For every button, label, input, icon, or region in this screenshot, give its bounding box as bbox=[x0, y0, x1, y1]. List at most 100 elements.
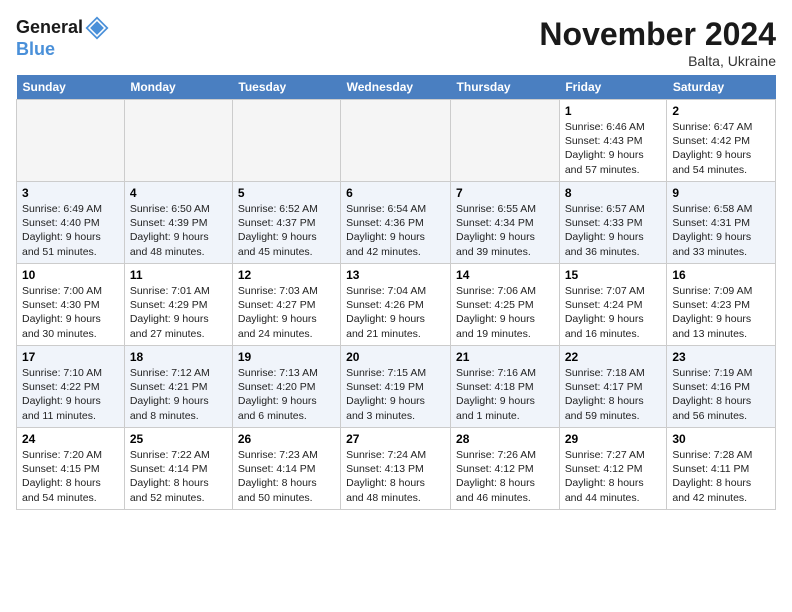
header-tuesday: Tuesday bbox=[232, 75, 340, 100]
header-friday: Friday bbox=[559, 75, 667, 100]
calendar-cell bbox=[17, 100, 125, 182]
day-info: Sunrise: 7:01 AM Sunset: 4:29 PM Dayligh… bbox=[130, 284, 227, 341]
calendar-week-4: 17 Sunrise: 7:10 AM Sunset: 4:22 PM Dayli… bbox=[17, 346, 776, 428]
day-number: 14 bbox=[456, 268, 554, 282]
day-number: 18 bbox=[130, 350, 227, 364]
day-number: 16 bbox=[672, 268, 770, 282]
day-info: Sunrise: 6:57 AM Sunset: 4:33 PM Dayligh… bbox=[565, 202, 662, 259]
calendar-cell: 11Sunrise: 7:01 AM Sunset: 4:29 PM Dayli… bbox=[124, 264, 232, 346]
day-info: Sunrise: 7:15 AM Sunset: 4:19 PM Dayligh… bbox=[346, 366, 445, 423]
calendar-week-1: 1 Sunrise: 6:46 AM Sunset: 4:43 PM Daylig… bbox=[17, 100, 776, 182]
day-number: 22 bbox=[565, 350, 662, 364]
subtitle: Balta, Ukraine bbox=[539, 53, 776, 69]
day-number: 15 bbox=[565, 268, 662, 282]
calendar-cell: 8Sunrise: 6:57 AM Sunset: 4:33 PM Daylig… bbox=[559, 182, 667, 264]
day-number: 23 bbox=[672, 350, 770, 364]
calendar-week-3: 10 Sunrise: 7:00 AM Sunset: 4:30 PM Dayli… bbox=[17, 264, 776, 346]
day-number: 1 bbox=[565, 104, 662, 118]
day-info: Sunrise: 7:26 AM Sunset: 4:12 PM Dayligh… bbox=[456, 448, 554, 505]
calendar-cell: 13Sunrise: 7:04 AM Sunset: 4:26 PM Dayli… bbox=[341, 264, 451, 346]
day-number: 20 bbox=[346, 350, 445, 364]
day-info: Sunrise: 7:24 AM Sunset: 4:13 PM Dayligh… bbox=[346, 448, 445, 505]
day-number: 17 bbox=[22, 350, 119, 364]
day-number: 5 bbox=[238, 186, 335, 200]
day-number: 9 bbox=[672, 186, 770, 200]
calendar-cell: 3 Sunrise: 6:49 AM Sunset: 4:40 PM Daylig… bbox=[17, 182, 125, 264]
logo: General Blue bbox=[16, 16, 109, 60]
day-number: 26 bbox=[238, 432, 335, 446]
logo-icon bbox=[85, 16, 109, 40]
day-number: 10 bbox=[22, 268, 119, 282]
calendar-cell: 6 Sunrise: 6:54 AM Sunset: 4:36 PM Daylig… bbox=[341, 182, 451, 264]
calendar-cell bbox=[341, 100, 451, 182]
day-info: Sunrise: 7:06 AM Sunset: 4:25 PM Dayligh… bbox=[456, 284, 554, 341]
day-number: 12 bbox=[238, 268, 335, 282]
day-info: Sunrise: 6:55 AM Sunset: 4:34 PM Dayligh… bbox=[456, 202, 554, 259]
calendar-cell bbox=[232, 100, 340, 182]
calendar-table: Sunday Monday Tuesday Wednesday Thursday… bbox=[16, 75, 776, 510]
weekday-header-row: Sunday Monday Tuesday Wednesday Thursday… bbox=[17, 75, 776, 100]
logo-text-blue: Blue bbox=[16, 40, 55, 60]
day-number: 28 bbox=[456, 432, 554, 446]
day-info: Sunrise: 6:54 AM Sunset: 4:36 PM Dayligh… bbox=[346, 202, 445, 259]
calendar-cell: 5 Sunrise: 6:52 AM Sunset: 4:37 PM Daylig… bbox=[232, 182, 340, 264]
day-number: 6 bbox=[346, 186, 445, 200]
day-info: Sunrise: 6:46 AM Sunset: 4:43 PM Dayligh… bbox=[565, 120, 662, 177]
calendar-cell: 21 Sunrise: 7:16 AM Sunset: 4:18 PM Dayli… bbox=[451, 346, 560, 428]
calendar-cell: 27 Sunrise: 7:24 AM Sunset: 4:13 PM Dayli… bbox=[341, 428, 451, 510]
day-info: Sunrise: 7:09 AM Sunset: 4:23 PM Dayligh… bbox=[672, 284, 770, 341]
logo-text: General bbox=[16, 18, 83, 38]
calendar-cell: 10 Sunrise: 7:00 AM Sunset: 4:30 PM Dayli… bbox=[17, 264, 125, 346]
day-info: Sunrise: 7:10 AM Sunset: 4:22 PM Dayligh… bbox=[22, 366, 119, 423]
day-number: 25 bbox=[130, 432, 227, 446]
day-info: Sunrise: 6:49 AM Sunset: 4:40 PM Dayligh… bbox=[22, 202, 119, 259]
month-title: November 2024 bbox=[539, 16, 776, 53]
day-info: Sunrise: 7:27 AM Sunset: 4:12 PM Dayligh… bbox=[565, 448, 662, 505]
day-number: 4 bbox=[130, 186, 227, 200]
day-info: Sunrise: 6:58 AM Sunset: 4:31 PM Dayligh… bbox=[672, 202, 770, 259]
day-info: Sunrise: 7:19 AM Sunset: 4:16 PM Dayligh… bbox=[672, 366, 770, 423]
day-info: Sunrise: 7:16 AM Sunset: 4:18 PM Dayligh… bbox=[456, 366, 554, 423]
header-monday: Monday bbox=[124, 75, 232, 100]
calendar-cell: 7 Sunrise: 6:55 AM Sunset: 4:34 PM Daylig… bbox=[451, 182, 560, 264]
day-number: 7 bbox=[456, 186, 554, 200]
title-area: November 2024 Balta, Ukraine bbox=[539, 16, 776, 69]
day-number: 30 bbox=[672, 432, 770, 446]
calendar-cell bbox=[451, 100, 560, 182]
day-number: 27 bbox=[346, 432, 445, 446]
calendar-cell: 24 Sunrise: 7:20 AM Sunset: 4:15 PM Dayli… bbox=[17, 428, 125, 510]
header-row: General Blue November 2024 Balta, Ukrain… bbox=[16, 16, 776, 69]
calendar-cell: 12 Sunrise: 7:03 AM Sunset: 4:27 PM Dayli… bbox=[232, 264, 340, 346]
header-thursday: Thursday bbox=[451, 75, 560, 100]
header-saturday: Saturday bbox=[667, 75, 776, 100]
day-number: 21 bbox=[456, 350, 554, 364]
calendar-cell: 20 Sunrise: 7:15 AM Sunset: 4:19 PM Dayli… bbox=[341, 346, 451, 428]
calendar-week-5: 24 Sunrise: 7:20 AM Sunset: 4:15 PM Dayli… bbox=[17, 428, 776, 510]
day-info: Sunrise: 7:28 AM Sunset: 4:11 PM Dayligh… bbox=[672, 448, 770, 505]
day-info: Sunrise: 7:00 AM Sunset: 4:30 PM Dayligh… bbox=[22, 284, 119, 341]
calendar-cell: 23 Sunrise: 7:19 AM Sunset: 4:16 PM Dayli… bbox=[667, 346, 776, 428]
day-info: Sunrise: 7:12 AM Sunset: 4:21 PM Dayligh… bbox=[130, 366, 227, 423]
day-number: 19 bbox=[238, 350, 335, 364]
calendar-cell: 14 Sunrise: 7:06 AM Sunset: 4:25 PM Dayli… bbox=[451, 264, 560, 346]
day-info: Sunrise: 7:13 AM Sunset: 4:20 PM Dayligh… bbox=[238, 366, 335, 423]
day-info: Sunrise: 7:22 AM Sunset: 4:14 PM Dayligh… bbox=[130, 448, 227, 505]
day-number: 29 bbox=[565, 432, 662, 446]
calendar-week-2: 3 Sunrise: 6:49 AM Sunset: 4:40 PM Daylig… bbox=[17, 182, 776, 264]
calendar-cell: 25 Sunrise: 7:22 AM Sunset: 4:14 PM Dayli… bbox=[124, 428, 232, 510]
day-number: 3 bbox=[22, 186, 119, 200]
calendar-cell: 2Sunrise: 6:47 AM Sunset: 4:42 PM Daylig… bbox=[667, 100, 776, 182]
day-info: Sunrise: 7:23 AM Sunset: 4:14 PM Dayligh… bbox=[238, 448, 335, 505]
header-wednesday: Wednesday bbox=[341, 75, 451, 100]
day-number: 2 bbox=[672, 104, 770, 118]
day-info: Sunrise: 7:20 AM Sunset: 4:15 PM Dayligh… bbox=[22, 448, 119, 505]
calendar-cell: 17 Sunrise: 7:10 AM Sunset: 4:22 PM Dayli… bbox=[17, 346, 125, 428]
day-info: Sunrise: 7:03 AM Sunset: 4:27 PM Dayligh… bbox=[238, 284, 335, 341]
day-number: 24 bbox=[22, 432, 119, 446]
day-info: Sunrise: 6:52 AM Sunset: 4:37 PM Dayligh… bbox=[238, 202, 335, 259]
calendar-cell: 1 Sunrise: 6:46 AM Sunset: 4:43 PM Daylig… bbox=[559, 100, 667, 182]
day-info: Sunrise: 6:50 AM Sunset: 4:39 PM Dayligh… bbox=[130, 202, 227, 259]
calendar-cell: 29 Sunrise: 7:27 AM Sunset: 4:12 PM Dayli… bbox=[559, 428, 667, 510]
calendar-cell: 28 Sunrise: 7:26 AM Sunset: 4:12 PM Dayli… bbox=[451, 428, 560, 510]
header-sunday: Sunday bbox=[17, 75, 125, 100]
